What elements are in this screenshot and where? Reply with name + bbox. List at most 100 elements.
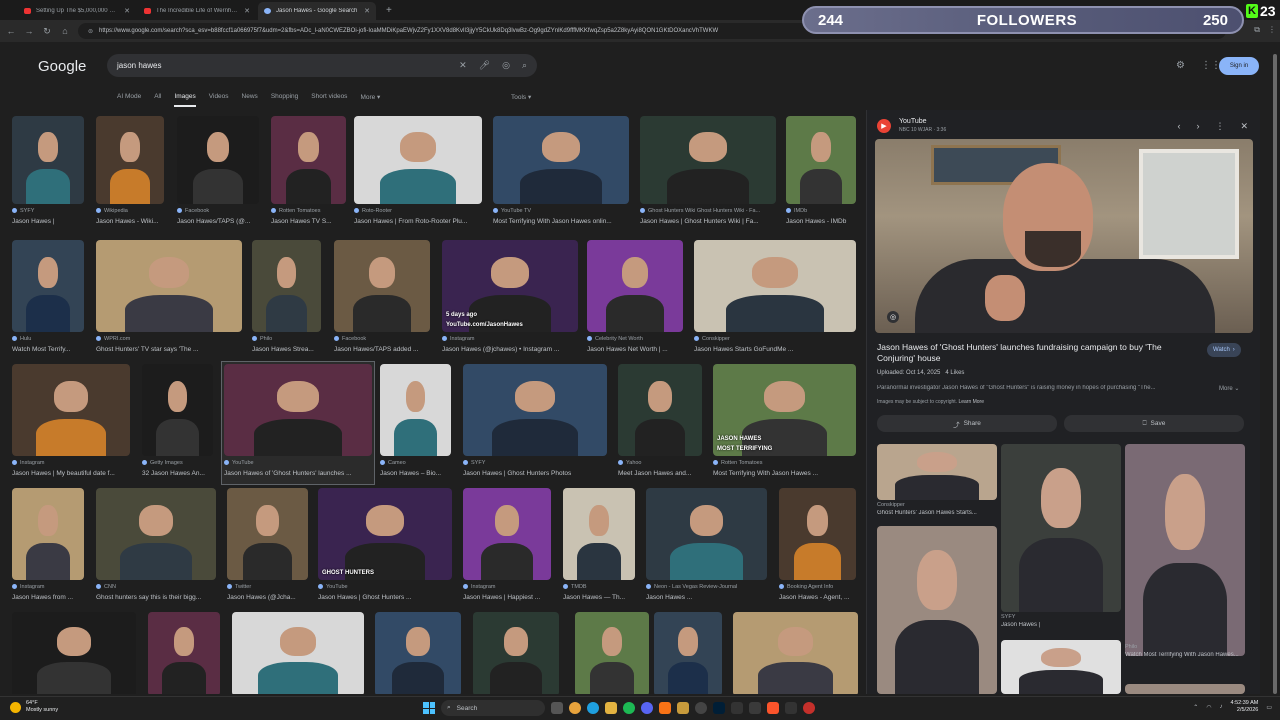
result-title[interactable]: Jason Hawes | My beautiful date f... bbox=[12, 470, 130, 477]
result-title[interactable]: Meet Jason Hawes and... bbox=[618, 470, 702, 477]
result-title[interactable]: Jason Hawes | From Roto-Rooter Plu... bbox=[354, 218, 482, 225]
app-icon[interactable] bbox=[749, 702, 761, 714]
search-input[interactable]: jason hawes bbox=[117, 61, 447, 70]
result-title[interactable]: Jason Hawes (@jchawes) • Instagram ... bbox=[442, 346, 578, 353]
image-result[interactable]: Booking Agent Info Jason Hawes - Agent, .… bbox=[777, 486, 858, 608]
image-result[interactable] bbox=[573, 610, 651, 694]
result-source[interactable]: Hulu bbox=[12, 336, 84, 342]
image-result[interactable]: Neon - Las Vegas Review-Journal Jason Haw… bbox=[644, 486, 769, 608]
settings-gear-icon[interactable]: ⚙ bbox=[1176, 60, 1185, 71]
task-view-icon[interactable] bbox=[551, 702, 563, 714]
result-source[interactable]: SYFY bbox=[463, 460, 607, 466]
image-result[interactable]: Facebook Jason Hawes/TAPS added ... bbox=[332, 238, 432, 360]
result-title[interactable]: Jason Hawes - Agent, ... bbox=[779, 594, 856, 601]
image-result[interactable]: Instagram Jason Hawes | Happiest ... bbox=[461, 486, 553, 608]
result-thumbnail[interactable] bbox=[12, 488, 84, 580]
image-result[interactable]: Roto-Rooter Jason Hawes | From Roto-Roote… bbox=[352, 114, 484, 232]
microphone-icon[interactable]: 🎤︎ bbox=[479, 60, 490, 71]
result-title[interactable]: Jason Hawes/TAPS added ... bbox=[334, 346, 430, 353]
image-result[interactable]: YouTube.com/JasonHawes 5 days ago Instagra… bbox=[440, 238, 580, 360]
result-thumbnail[interactable] bbox=[177, 116, 259, 204]
photoshop-icon[interactable] bbox=[713, 702, 725, 714]
image-result[interactable]: Conskipper Jason Hawes Starts GoFundMe ..… bbox=[692, 238, 858, 360]
image-result[interactable]: SYFY Jason Hawes | Ghost Hunters Photos bbox=[461, 362, 609, 484]
result-thumbnail[interactable] bbox=[779, 488, 856, 580]
close-tab-icon[interactable]: ✕ bbox=[244, 7, 250, 15]
filter-images[interactable]: Images bbox=[174, 93, 196, 107]
result-thumbnail[interactable] bbox=[463, 364, 607, 456]
result-thumbnail[interactable] bbox=[96, 240, 242, 332]
filter-news[interactable]: News bbox=[242, 93, 258, 107]
lens-icon[interactable]: ◎ bbox=[887, 311, 899, 323]
image-result[interactable] bbox=[230, 610, 366, 694]
image-result[interactable]: WPRI.com Ghost Hunters' TV star says 'The… bbox=[94, 238, 244, 360]
browser-tab-active[interactable]: Jason Hawes - Google Search ✕ bbox=[258, 2, 376, 20]
image-result[interactable] bbox=[10, 610, 138, 694]
extensions-icon[interactable]: ⧉ bbox=[1254, 25, 1260, 35]
result-source[interactable]: Wikipedia bbox=[96, 208, 164, 214]
more-button[interactable]: More ⌄ bbox=[1219, 385, 1239, 392]
result-source[interactable]: YouTube bbox=[224, 460, 372, 466]
result-title[interactable]: Jason Hawes TV S... bbox=[271, 218, 346, 225]
result-source[interactable]: Roto-Rooter bbox=[354, 208, 482, 214]
save-button[interactable]: ⎕ Save bbox=[1064, 415, 1244, 432]
reload-icon[interactable]: ↻ bbox=[42, 26, 52, 37]
result-title[interactable]: Jason Hawes | Happiest ... bbox=[463, 594, 551, 601]
clock[interactable]: 4:52:39 AM 2/5/2026 bbox=[1231, 700, 1259, 714]
browser-tab[interactable]: Setting Up The $5,000,000 Str... ✕ bbox=[18, 2, 136, 20]
result-title[interactable]: Jason Hawes | Ghost Hunters Wiki | Fa... bbox=[640, 218, 776, 225]
filter-all[interactable]: All bbox=[154, 93, 161, 107]
result-thumbnail[interactable] bbox=[563, 488, 635, 580]
result-source[interactable]: Celebrity Net Worth bbox=[587, 336, 683, 342]
result-title[interactable]: Jason Hawes – Bio... bbox=[380, 470, 451, 477]
result-thumbnail[interactable] bbox=[618, 364, 702, 456]
result-source[interactable]: Booking Agent Info bbox=[779, 584, 856, 590]
result-thumbnail[interactable] bbox=[252, 240, 321, 332]
result-title[interactable]: Watch Most Terrify... bbox=[12, 346, 84, 353]
result-source[interactable]: Instagram bbox=[463, 584, 551, 590]
result-source[interactable]: Philo bbox=[252, 336, 321, 342]
learn-more-link[interactable]: Learn More bbox=[958, 399, 984, 405]
image-result[interactable]: Facebook Jason Hawes/TAPS (@... bbox=[175, 114, 261, 232]
image-result[interactable]: Philo Jason Hawes Strea... bbox=[250, 238, 323, 360]
firefox-icon[interactable] bbox=[659, 702, 671, 714]
result-thumbnail[interactable] bbox=[12, 116, 84, 204]
result-thumbnail[interactable] bbox=[786, 116, 856, 204]
related-image[interactable] bbox=[1125, 444, 1245, 656]
result-title[interactable]: Jason Hawes of 'Ghost Hunters' launches … bbox=[224, 470, 372, 477]
search-box[interactable]: jason hawes ✕ 🎤︎ ◎ ⌕ bbox=[107, 54, 537, 77]
image-result[interactable]: MOST TERRIFYING JASON HAWES Rotten Tomatoe… bbox=[711, 362, 858, 484]
search-icon[interactable]: ⌕ bbox=[522, 60, 527, 71]
result-thumbnail[interactable] bbox=[227, 488, 308, 580]
image-result[interactable]: YouTube Jason Hawes of 'Ghost Hunters' la… bbox=[221, 361, 375, 485]
filter-more[interactable]: More ▾ bbox=[360, 93, 380, 107]
result-source[interactable]: Facebook bbox=[177, 208, 259, 214]
result-source[interactable]: Ghost Hunters Wiki Ghost Hunters Wiki - … bbox=[640, 208, 776, 214]
preview-image[interactable]: ◎ bbox=[875, 139, 1253, 333]
image-result[interactable] bbox=[146, 610, 222, 694]
taskbar-search[interactable]: ⌕ Search bbox=[441, 700, 545, 716]
discord-icon[interactable] bbox=[641, 702, 653, 714]
preview-title[interactable]: Jason Hawes of 'Ghost Hunters' launches … bbox=[877, 342, 1187, 364]
brave-icon[interactable] bbox=[767, 702, 779, 714]
windows-start-icon[interactable] bbox=[423, 702, 435, 714]
result-thumbnail[interactable] bbox=[271, 116, 346, 204]
weather-widget[interactable]: 64°F Mostly sunny bbox=[10, 700, 58, 714]
browser-tab[interactable]: The Incredible Life of Wernher von... ✕ bbox=[138, 2, 256, 20]
result-thumbnail[interactable] bbox=[733, 612, 858, 694]
result-thumbnail[interactable] bbox=[142, 364, 213, 456]
image-result[interactable]: YouTube TV Most Terrifying With Jason Haw… bbox=[491, 114, 631, 232]
image-result[interactable] bbox=[471, 610, 561, 694]
share-button[interactable]: ⤴ Share bbox=[877, 415, 1057, 432]
result-source[interactable]: IMDb bbox=[786, 208, 856, 214]
related-title[interactable]: Watch Most Terrifying With Jason Hawes..… bbox=[1125, 652, 1245, 658]
image-result[interactable]: Getty Images 32 Jason Hawes An... bbox=[140, 362, 215, 484]
google-logo[interactable]: Google bbox=[38, 58, 86, 75]
result-thumbnail[interactable] bbox=[375, 612, 461, 694]
result-title[interactable]: Most Terrifying With Jason Hawes onlin..… bbox=[493, 218, 629, 225]
image-result[interactable]: GHOST HUNTERS YouTube Jason Hawes | Ghost … bbox=[316, 486, 454, 608]
record-icon[interactable] bbox=[803, 702, 815, 714]
result-source[interactable]: Yahoo bbox=[618, 460, 702, 466]
result-source[interactable]: Cameo bbox=[380, 460, 451, 466]
wifi-icon[interactable]: ◠ bbox=[1206, 704, 1211, 711]
